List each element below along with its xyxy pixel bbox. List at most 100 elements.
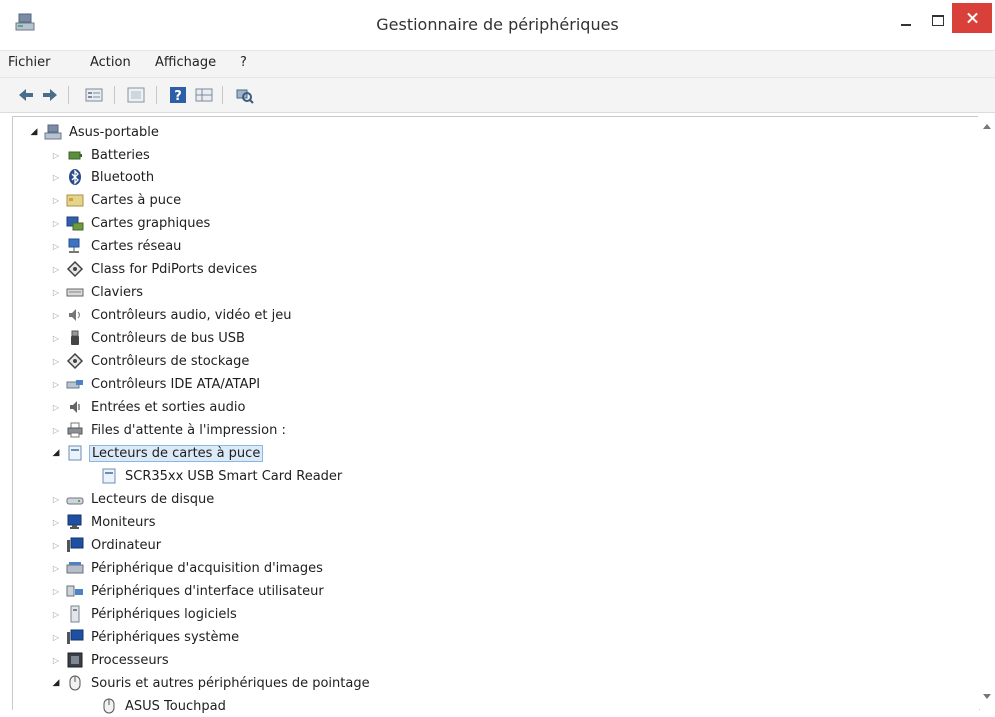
tree-item-disk-drives[interactable]: ▷ Lecteurs de disque	[50, 488, 216, 510]
card-reader-icon	[68, 445, 82, 461]
mouse-icon	[103, 698, 115, 714]
computer-icon	[44, 124, 62, 140]
tree-item-audio-video[interactable]: ▷ Contrôleurs audio, vidéo et jeu	[50, 304, 293, 326]
tree-item-label: Contrôleurs IDE ATA/ATAPI	[91, 376, 261, 392]
tree-item-label: Périphériques d'interface utilisateur	[91, 583, 324, 599]
scroll-up-icon[interactable]	[983, 124, 991, 129]
software-device-icon	[70, 605, 80, 623]
mouse-icon	[69, 675, 81, 691]
expand-arrow-icon[interactable]: ▷	[50, 631, 62, 643]
tree-item-claviers[interactable]: ▷ Claviers	[50, 281, 145, 303]
collapse-arrow-icon[interactable]: ◢	[28, 126, 40, 138]
network-adapter-icon	[68, 238, 80, 253]
expand-arrow-icon[interactable]: ▷	[50, 355, 62, 367]
tree-item-pdiports[interactable]: ▷ Class for PdiPorts devices	[50, 258, 259, 280]
generic-device-icon	[66, 352, 84, 370]
expand-arrow-icon[interactable]: ▷	[50, 378, 62, 390]
collapse-arrow-icon[interactable]: ◢	[50, 447, 62, 459]
tree-item-label: Contrôleurs de bus USB	[91, 330, 245, 346]
computer-icon	[67, 537, 84, 552]
tree-item-label: Contrôleurs audio, vidéo et jeu	[91, 307, 292, 323]
usb-icon	[71, 330, 79, 345]
expand-arrow-icon[interactable]: ▷	[50, 424, 62, 436]
tree-item-audio-io[interactable]: ▷ Entrées et sorties audio	[50, 396, 247, 418]
tree-item-label: Périphériques système	[91, 629, 240, 645]
help-icon[interactable]: ?	[168, 85, 188, 105]
tree-item-asus-touchpad[interactable]: ASUS Touchpad	[100, 695, 228, 717]
expand-arrow-icon[interactable]: ▷	[50, 171, 62, 183]
expand-arrow-icon[interactable]: ▷	[50, 585, 62, 597]
tree-item-mice[interactable]: ◢ Souris et autres périphériques de poin…	[50, 672, 372, 694]
tree-item-ide[interactable]: ▷ Contrôleurs IDE ATA/ATAPI	[50, 373, 262, 395]
expand-arrow-icon[interactable]: ▷	[50, 516, 62, 528]
tree-root-label: Asus-portable	[69, 124, 159, 140]
view-icon[interactable]	[126, 85, 146, 105]
tree-item-label: Ordinateur	[91, 537, 162, 553]
scan-hardware-icon[interactable]	[234, 85, 254, 105]
tree-item-computer[interactable]: ▷ Ordinateur	[50, 534, 163, 556]
expand-arrow-icon[interactable]: ▷	[50, 194, 62, 206]
graphics-card-icon	[66, 216, 84, 231]
title-bar: Gestionnaire de périphériques	[0, 0, 995, 46]
tree-item-scr35xx[interactable]: SCR35xx USB Smart Card Reader	[100, 465, 344, 487]
tree-item-processors[interactable]: ▷ Processeurs	[50, 649, 171, 671]
expand-arrow-icon[interactable]: ▷	[50, 217, 62, 229]
tree-item-label: Périphérique d'acquisition d'images	[91, 560, 323, 576]
card-reader-icon	[102, 468, 116, 484]
system-device-icon	[67, 629, 84, 644]
tree-item-label: Périphériques logiciels	[91, 606, 237, 622]
expand-arrow-icon[interactable]: ▷	[50, 149, 62, 161]
minimize-button[interactable]	[892, 6, 920, 36]
tree-item-stockage[interactable]: ▷ Contrôleurs de stockage	[50, 350, 251, 372]
collapse-arrow-icon[interactable]: ◢	[50, 677, 62, 689]
tree-item-print-queues[interactable]: ▷ Files d'attente à l'impression :	[50, 419, 288, 441]
expand-arrow-icon[interactable]: ▷	[50, 286, 62, 298]
expand-arrow-icon[interactable]: ▷	[50, 401, 62, 413]
close-button[interactable]	[952, 3, 992, 33]
menu-fichier[interactable]: Fichier	[8, 55, 51, 70]
expand-arrow-icon[interactable]: ▷	[50, 608, 62, 620]
vertical-scrollbar[interactable]	[978, 116, 995, 709]
expand-arrow-icon[interactable]: ▷	[50, 263, 62, 275]
battery-icon	[68, 151, 82, 160]
scanner-icon	[66, 562, 84, 574]
expand-arrow-icon[interactable]: ▷	[50, 332, 62, 344]
grid-icon[interactable]	[194, 85, 214, 105]
tree-item-cartes-reseau[interactable]: ▷ Cartes réseau	[50, 235, 183, 257]
tree-item-cartes-graphiques[interactable]: ▷ Cartes graphiques	[50, 212, 212, 234]
forward-arrow-icon[interactable]	[40, 85, 60, 105]
hid-icon	[66, 585, 83, 597]
tree-item-system[interactable]: ▷ Périphériques système	[50, 626, 241, 648]
expand-arrow-icon[interactable]: ▷	[50, 493, 62, 505]
tree-root[interactable]: ◢ Asus-portable	[28, 121, 161, 143]
generic-device-icon	[66, 260, 84, 278]
processor-icon	[67, 652, 83, 668]
tree-item-software[interactable]: ▷ Périphériques logiciels	[50, 603, 239, 625]
expand-arrow-icon[interactable]: ▷	[50, 539, 62, 551]
tree-item-usb[interactable]: ▷ Contrôleurs de bus USB	[50, 327, 247, 349]
ide-controller-icon	[66, 380, 83, 389]
tree-item-card-readers[interactable]: ◢ Lecteurs de cartes à puce	[50, 442, 264, 464]
tree-item-hid[interactable]: ▷ Périphériques d'interface utilisateur	[50, 580, 326, 602]
menu-action[interactable]: Action	[90, 55, 131, 70]
expand-arrow-icon[interactable]: ▷	[50, 240, 62, 252]
tree-item-batteries[interactable]: ▷ Batteries	[50, 144, 152, 166]
expand-arrow-icon[interactable]: ▷	[50, 562, 62, 574]
properties-icon[interactable]	[84, 85, 104, 105]
bluetooth-icon	[69, 169, 81, 185]
tree-item-label: SCR35xx USB Smart Card Reader	[125, 468, 343, 484]
maximize-button[interactable]	[924, 6, 952, 36]
tree-item-label: Moniteurs	[91, 514, 156, 530]
expand-arrow-icon[interactable]: ▷	[50, 309, 62, 321]
menu-affichage[interactable]: Affichage	[155, 55, 216, 70]
back-arrow-icon[interactable]	[16, 85, 36, 105]
scroll-down-icon[interactable]	[983, 694, 991, 699]
tree-item-bluetooth[interactable]: ▷ Bluetooth	[50, 166, 156, 188]
tree-item-imaging[interactable]: ▷ Périphérique d'acquisition d'images	[50, 557, 325, 579]
expand-arrow-icon[interactable]: ▷	[50, 654, 62, 666]
tree-item-monitors[interactable]: ▷ Moniteurs	[50, 511, 157, 533]
tree-item-cartes-a-puce[interactable]: ▷ Cartes à puce	[50, 189, 183, 211]
window-title: Gestionnaire de périphériques	[376, 15, 619, 34]
tree-item-label: Cartes à puce	[91, 192, 182, 208]
menu-help[interactable]: ?	[240, 55, 247, 70]
